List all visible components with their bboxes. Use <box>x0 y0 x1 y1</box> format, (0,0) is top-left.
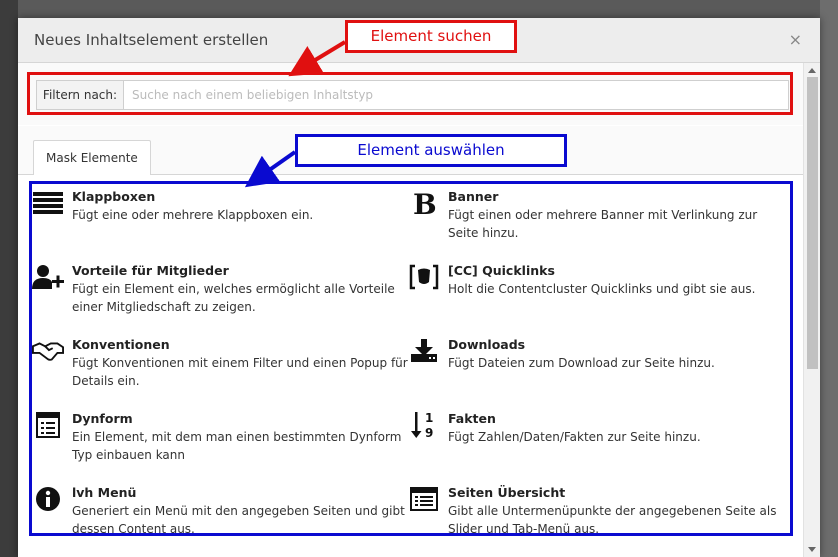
select-arrow <box>244 150 297 188</box>
search-arrow <box>288 40 347 77</box>
search-callout: Element suchen <box>345 20 517 53</box>
annotation-arrows <box>244 40 347 188</box>
select-callout: Element auswählen <box>295 134 567 167</box>
